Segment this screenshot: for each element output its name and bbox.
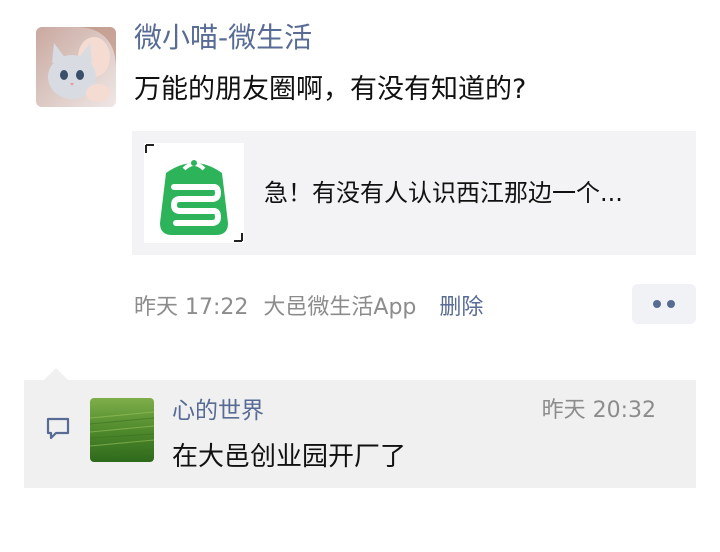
cat-photo-avatar: [36, 27, 116, 107]
comment-time: 昨天 20:32: [541, 398, 656, 423]
post-source: 大邑微生活App: [263, 295, 417, 320]
link-title: 急！有没有人认识西江那边一个...: [264, 179, 623, 207]
post-meta-row: 昨天 17:22 大邑微生活App 删除: [134, 290, 483, 326]
green-app-logo-icon: [144, 143, 244, 243]
more-button[interactable]: [632, 284, 696, 324]
delete-button[interactable]: 删除: [439, 295, 483, 320]
comment-area-arrow: [44, 368, 68, 380]
shared-link-card[interactable]: 急！有没有人认识西江那边一个...: [132, 131, 696, 255]
grass-field-avatar: [90, 398, 154, 462]
author-avatar[interactable]: [36, 27, 116, 107]
commenter-name[interactable]: 心的世界: [172, 394, 264, 428]
comment-bubble-icon: [46, 417, 70, 440]
author-name[interactable]: 微小喵-微生活: [134, 18, 312, 58]
comment-area: 心的世界 昨天 20:32 在大邑创业园开厂了: [24, 380, 696, 488]
more-dots-icon: [653, 300, 661, 308]
more-dots-icon: [667, 300, 675, 308]
post-text: 万能的朋友圈啊，有没有知道的?: [134, 74, 527, 105]
commenter-avatar[interactable]: [90, 398, 154, 462]
link-thumbnail: [144, 143, 244, 243]
post-time: 昨天 17:22: [134, 295, 249, 320]
comment-text: 在大邑创业园开厂了: [172, 442, 407, 472]
